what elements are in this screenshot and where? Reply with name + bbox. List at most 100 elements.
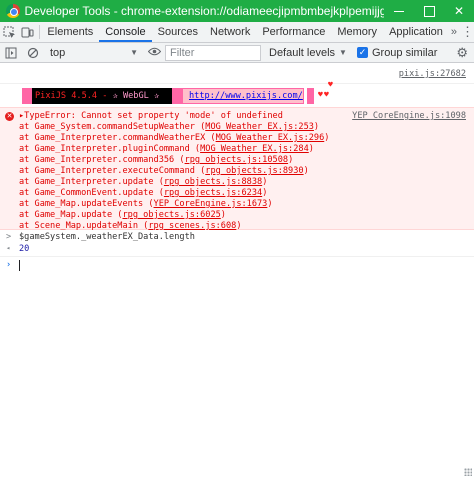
chevron-down-icon: ▼ — [339, 48, 347, 57]
stack-frame-link[interactable]: YEP_CoreEngine.js:1673 — [154, 199, 268, 209]
settings-gear-icon[interactable]: ⚙ — [456, 45, 468, 61]
group-similar-toggle[interactable]: ✓ Group similar — [356, 46, 438, 59]
maximize-button[interactable] — [414, 0, 444, 22]
inspect-element-icon[interactable] — [0, 22, 18, 42]
console-input[interactable] — [18, 260, 458, 272]
stack-frame-suffix: ) — [220, 210, 226, 220]
heart-icon: ♥ — [318, 90, 323, 99]
console-command-entry: > $gameSystem._weatherEX_Data.length ◂ 2… — [0, 231, 474, 257]
banner-segment — [22, 88, 32, 104]
stack-frame-suffix: ) — [308, 144, 314, 154]
stack-frame-link[interactable]: rpg_objects.js:8930 — [205, 166, 303, 176]
tab-performance[interactable]: Performance — [256, 22, 331, 42]
stack-frame: at Game_Map.updateEvents (YEP_CoreEngine… — [19, 199, 273, 210]
stack-frame-text: at Game_CommonEvent.update ( — [19, 188, 164, 198]
console-toolbar: top ▼ Default levels ▼ ✓ Group similar ⚙ — [0, 43, 474, 63]
error-text: ▸TypeError: Cannot set property 'mode' o… — [19, 111, 283, 122]
stack-frame-text: at Game_Interpreter.pluginCommand ( — [19, 144, 201, 154]
more-tabs-button[interactable]: » — [451, 26, 457, 38]
device-toolbar-icon[interactable] — [18, 22, 36, 42]
tab-sources[interactable]: Sources — [152, 22, 204, 42]
command-result: 20 — [19, 244, 30, 254]
chrome-app-icon — [6, 4, 20, 18]
stack-frame: at Game_Interpreter.update (rpg_objects.… — [19, 177, 267, 188]
stack-frame-text: at Game_Interpreter.update ( — [19, 177, 164, 187]
console-prompt: › — [0, 259, 474, 273]
error-circle-icon: ✕ — [5, 112, 14, 121]
hearts-decoration: ♥ ♥ ♥ — [318, 81, 336, 103]
pixi-banner: PixiJS 4.5.4 - ✰ WebGL ✰ http://www.pixi… — [0, 81, 474, 109]
devtools-tabbar: Elements Console Sources Network Perform… — [0, 22, 474, 43]
pixi-url-link[interactable]: http://www.pixijs.com/ — [182, 88, 304, 104]
show-sidebar-icon[interactable] — [0, 44, 22, 62]
input-chevron-icon: > — [6, 232, 12, 242]
output-chevron-icon: ◂ — [6, 244, 11, 252]
console-output: pixi.js:27682 PixiJS 4.5.4 - ✰ WebGL ✰ h… — [0, 64, 474, 478]
stack-frame-text: at Game_Interpreter.commandWeatherEX ( — [19, 133, 216, 143]
stack-frame-text[interactable]: ▸TypeError: Cannot set property 'mode' o… — [19, 111, 283, 121]
banner-segment — [307, 88, 314, 104]
stack-frame-suffix: ) — [324, 133, 330, 143]
stack-frame: at Game_System.commandSetupWeather (MOG_… — [19, 122, 319, 133]
stack-frame-suffix: ) — [262, 177, 268, 187]
stack-frame-link[interactable]: MOG_Weather_EX.js:296 — [216, 133, 325, 143]
prompt-chevron-icon: › — [6, 260, 12, 270]
minimize-button[interactable] — [384, 0, 414, 22]
stack-frame-link[interactable]: rpg_objects.js:6025 — [122, 210, 220, 220]
error-source-link[interactable]: YEP_CoreEngine.js:1098 — [352, 111, 466, 121]
stack-frame-suffix: ) — [303, 166, 309, 176]
stack-frame-link[interactable]: rpg_scenes.js:608 — [148, 221, 236, 231]
banner-text-version: PixiJS 4.5.4 - — [35, 91, 113, 101]
stack-frame-link[interactable]: rpg_objects.js:6234 — [164, 188, 262, 198]
stack-frame-text: at Game_Interpreter.command356 ( — [19, 155, 185, 165]
tab-elements[interactable]: Elements — [41, 22, 99, 42]
stack-frame-link[interactable]: MOG_Weather_EX.js:284 — [200, 144, 309, 154]
stack-frame: at Game_Map.update (rpg_objects.js:6025) — [19, 210, 226, 221]
checkbox-checked-icon[interactable]: ✓ — [356, 47, 368, 58]
row-divider — [0, 83, 474, 84]
stack-frame-text: at Scene_Map.updateMain ( — [19, 221, 149, 231]
chevron-down-icon: ▼ — [130, 48, 138, 57]
stack-frame: at Game_CommonEvent.update (rpg_objects.… — [19, 188, 267, 199]
heart-icon: ♥ — [324, 90, 329, 99]
stack-frame: at Game_Interpreter.command356 (rpg_obje… — [19, 155, 293, 166]
devtools-menu-button[interactable]: ⋮ — [461, 24, 474, 40]
resize-grip-icon[interactable] — [464, 468, 472, 476]
stack-frame: at Game_Interpreter.executeCommand (rpg_… — [19, 166, 309, 177]
stack-frame-suffix: ) — [262, 188, 268, 198]
group-similar-label: Group similar — [371, 46, 438, 59]
stack-frame: at Game_Interpreter.commandWeatherEX (MO… — [19, 133, 329, 144]
close-button[interactable]: ✕ — [444, 0, 474, 22]
banner-text: PixiJS 4.5.4 - ✰ WebGL ✰ — [32, 88, 172, 104]
stack-frame-text: at Game_Interpreter.executeCommand ( — [19, 166, 206, 176]
log-levels-dropdown[interactable]: Default levels ▼ — [269, 47, 347, 59]
stack-frame-link[interactable]: rpg_objects.js:10508 — [185, 155, 288, 165]
stack-frame: at Game_Interpreter.pluginCommand (MOG_W… — [19, 144, 314, 155]
clear-console-icon[interactable] — [22, 44, 44, 62]
tab-console[interactable]: Console — [99, 22, 152, 42]
banner-text-webgl: ✰ WebGL ✰ — [112, 91, 160, 101]
stack-frame-suffix: ) — [267, 199, 273, 209]
stack-frame-suffix: ) — [288, 155, 294, 165]
window-titlebar: Developer Tools - chrome-extension://odi… — [0, 0, 474, 22]
stack-frame-text: at Game_System.commandSetupWeather ( — [19, 122, 206, 132]
stack-frame-link[interactable]: rpg_objects.js:8838 — [164, 177, 262, 187]
filter-input[interactable] — [165, 44, 261, 61]
error-message: ✕ YEP_CoreEngine.js:1098 ▸TypeError: Can… — [0, 107, 474, 231]
context-selector[interactable]: top ▼ — [44, 47, 144, 59]
toolbar-divider — [38, 25, 40, 39]
live-expression-eye-icon[interactable] — [147, 47, 162, 59]
stack-frame-text: at Game_Map.updateEvents ( — [19, 199, 154, 209]
stack-frame-suffix: ) — [313, 122, 320, 132]
stack-frame-link[interactable]: MOG_Weather_EX.js:253 — [205, 122, 314, 132]
tab-memory[interactable]: Memory — [331, 22, 383, 42]
command-text[interactable]: $gameSystem._weatherEX_Data.length — [19, 232, 195, 242]
stack-frame-text: at Game_Map.update ( — [19, 210, 123, 220]
window-title: Developer Tools - chrome-extension://odi… — [24, 4, 385, 18]
tab-network[interactable]: Network — [204, 22, 256, 42]
heart-icon: ♥ — [328, 80, 333, 89]
banner-segment — [172, 88, 182, 104]
pixi-source-link[interactable]: pixi.js:27682 — [399, 69, 466, 79]
log-levels-label: Default levels — [269, 46, 336, 59]
tab-application[interactable]: Application — [383, 22, 449, 42]
